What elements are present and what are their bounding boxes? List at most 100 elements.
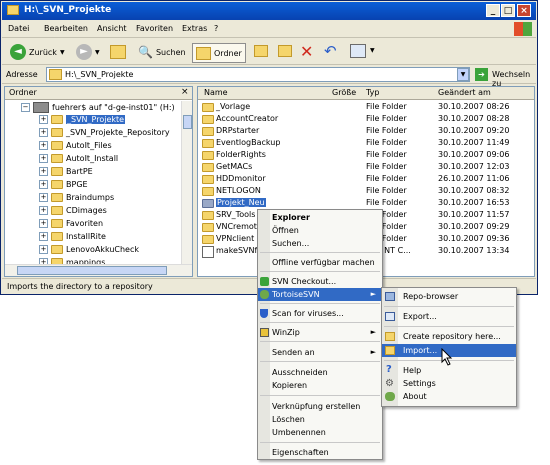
menu-favoriten[interactable]: Favoriten bbox=[136, 24, 173, 33]
menu-item-open[interactable]: Öffnen bbox=[258, 224, 382, 237]
back-button[interactable]: ◄ Zurück ▼ bbox=[10, 43, 65, 61]
submenu-item-settings[interactable]: ⚙ Settings bbox=[382, 377, 516, 390]
expand-icon[interactable]: + bbox=[39, 114, 48, 124]
views-icon[interactable] bbox=[350, 44, 366, 58]
table-row[interactable]: DRPstarter File Folder 30.10.2007 09:20 bbox=[198, 125, 532, 137]
table-row[interactable]: _Vorlage File Folder 30.10.2007 08:26 bbox=[198, 101, 532, 113]
menu-item-copy[interactable]: Kopieren bbox=[258, 379, 382, 392]
table-row[interactable]: GetMACs File Folder 30.10.2007 12:03 bbox=[198, 161, 532, 173]
expand-icon[interactable]: + bbox=[39, 166, 48, 176]
submenu-item-create-repository[interactable]: Create repository here... bbox=[382, 330, 516, 343]
table-row[interactable]: EventlogBackup File Folder 30.10.2007 11:4… bbox=[198, 137, 532, 149]
menu-item-create-shortcut[interactable]: Verknüpfung erstellen bbox=[258, 400, 382, 413]
address-bar: Adresse H:\_SVN_Projekte ▼ ➔ Wechseln zu bbox=[2, 66, 536, 88]
submenu-item-about[interactable]: About bbox=[382, 390, 516, 403]
expand-icon[interactable]: + bbox=[39, 244, 48, 254]
expand-icon[interactable]: + bbox=[39, 127, 48, 137]
separator bbox=[384, 326, 514, 327]
menu-item-explorer[interactable]: Explorer bbox=[258, 211, 382, 224]
expand-icon[interactable]: + bbox=[39, 231, 48, 241]
menu-item-search[interactable]: Suchen... bbox=[258, 237, 382, 250]
tree-item[interactable]: + AutoIt_Files bbox=[39, 139, 112, 151]
menu-item-rename[interactable]: Umbenennen bbox=[258, 426, 382, 439]
expand-icon[interactable]: + bbox=[39, 140, 48, 150]
table-row[interactable]: AccountCreator File Folder 30.10.2007 08:2… bbox=[198, 113, 532, 125]
toolbar: ◄ Zurück ▼ ► ▼ 🔍 Suchen Ordner ✕ ↶ ▼ bbox=[2, 39, 536, 65]
expand-icon[interactable]: + bbox=[39, 205, 48, 215]
address-input[interactable]: H:\_SVN_Projekte bbox=[46, 67, 470, 82]
window-title: H:\_SVN_Projekte bbox=[24, 5, 112, 15]
tree-item-label: _SVN_Projekte_Repository bbox=[66, 127, 170, 137]
menu-ansicht[interactable]: Ansicht bbox=[97, 24, 127, 33]
close-button[interactable]: × bbox=[517, 4, 531, 17]
tree-item[interactable]: + LenovoAkkuCheck bbox=[39, 243, 139, 255]
undo-icon[interactable]: ↶ bbox=[324, 42, 337, 60]
menu-item-label: Suchen... bbox=[272, 239, 310, 248]
menu-datei[interactable]: Datei bbox=[8, 24, 29, 33]
tree-root[interactable]: − fuehrer$ auf "d-ge-inst01" (H:) bbox=[21, 101, 175, 113]
expand-icon[interactable]: + bbox=[39, 153, 48, 163]
table-row[interactable]: FolderRights File Folder 30.10.2007 09:06 bbox=[198, 149, 532, 161]
menu-item-delete[interactable]: Löschen bbox=[258, 413, 382, 426]
folders-button[interactable]: Ordner bbox=[192, 43, 246, 63]
folder-icon bbox=[196, 46, 211, 60]
folder-icon bbox=[202, 163, 214, 172]
submenu-item-repo-browser[interactable]: Repo-browser bbox=[382, 290, 516, 303]
menu-item-offline[interactable]: Offline verfügbar machen bbox=[258, 256, 382, 269]
tree-item[interactable]: + BPGE bbox=[39, 178, 88, 190]
tortoisesvn-submenu: Repo-browser Export... Create repository… bbox=[381, 287, 517, 407]
up-folder-button[interactable] bbox=[110, 43, 126, 61]
tree-item[interactable]: + Favoriten bbox=[39, 217, 103, 229]
menu-item-tortoisesvn[interactable]: TortoiseSVN ► bbox=[258, 288, 382, 301]
scroll-thumb[interactable] bbox=[17, 266, 167, 275]
table-row[interactable]: NETLOGON File Folder 30.10.2007 08:32 bbox=[198, 185, 532, 197]
minimize-button[interactable]: _ bbox=[486, 4, 500, 17]
menu-item-winzip[interactable]: WinZip ► bbox=[258, 326, 382, 339]
tree-item[interactable]: + InstallRite bbox=[39, 230, 106, 242]
expand-icon[interactable]: + bbox=[39, 218, 48, 228]
tree-item[interactable]: + _SVN_Projekte bbox=[39, 113, 126, 125]
folder-icon bbox=[202, 175, 214, 184]
forward-button[interactable]: ► ▼ bbox=[76, 43, 100, 61]
tree-item[interactable]: + _SVN_Projekte_Repository bbox=[39, 126, 170, 138]
menu-bearbeiten[interactable]: Bearbeiten bbox=[44, 24, 88, 33]
column-name[interactable]: Name bbox=[204, 88, 228, 97]
delete-icon[interactable]: ✕ bbox=[300, 42, 313, 61]
tree-item[interactable]: + CDimages bbox=[39, 204, 107, 216]
menu-item-properties[interactable]: Eigenschaften bbox=[258, 446, 382, 459]
copy-to-icon[interactable] bbox=[278, 45, 292, 57]
scroll-thumb[interactable] bbox=[183, 115, 192, 129]
file-date: 30.10.2007 11:57 bbox=[438, 210, 510, 219]
go-arrow-icon[interactable]: ➔ bbox=[475, 68, 488, 81]
close-icon[interactable]: × bbox=[181, 87, 189, 97]
menu-extras[interactable]: Extras bbox=[182, 24, 207, 33]
submenu-item-export[interactable]: Export... bbox=[382, 310, 516, 323]
tree-horizontal-scrollbar[interactable] bbox=[5, 264, 192, 276]
table-row[interactable]: HDDmonitor File Folder 26.10.2007 11:06 bbox=[198, 173, 532, 185]
tree-item[interactable]: + mappings bbox=[39, 256, 105, 264]
tree-item[interactable]: + AutoIt_Install bbox=[39, 152, 118, 164]
tree-item[interactable]: + BartPE bbox=[39, 165, 93, 177]
column-type[interactable]: Typ bbox=[366, 88, 379, 97]
table-row[interactable]: Projekt_Neu File Folder 30.10.2007 16:53 bbox=[198, 197, 532, 209]
tree-item[interactable]: + Braindumps bbox=[39, 191, 114, 203]
chevron-down-icon[interactable]: ▼ bbox=[370, 47, 375, 54]
submenu-arrow-icon: ► bbox=[370, 348, 376, 356]
menu-item-svn-checkout[interactable]: SVN Checkout... bbox=[258, 275, 382, 288]
tree-vertical-scrollbar[interactable] bbox=[181, 101, 192, 264]
address-dropdown-button[interactable]: ▼ bbox=[457, 68, 469, 81]
search-button[interactable]: 🔍 Suchen bbox=[138, 43, 186, 61]
menu-item-send-to[interactable]: Senden an ► bbox=[258, 346, 382, 359]
menu-item-cut[interactable]: Ausschneiden bbox=[258, 366, 382, 379]
column-modified[interactable]: Geändert am bbox=[438, 88, 491, 97]
search-label: Suchen bbox=[155, 47, 186, 57]
expand-icon[interactable]: + bbox=[39, 192, 48, 202]
expand-icon[interactable]: + bbox=[39, 179, 48, 189]
menu-help[interactable]: ? bbox=[214, 24, 218, 33]
tree-item-label: _SVN_Projekte bbox=[66, 114, 126, 124]
menu-item-scan-viruses[interactable]: Scan for viruses... bbox=[258, 307, 382, 320]
move-to-icon[interactable] bbox=[254, 45, 268, 57]
collapse-icon[interactable]: − bbox=[21, 102, 30, 112]
column-size[interactable]: Größe bbox=[332, 88, 356, 97]
maximize-button[interactable]: □ bbox=[501, 4, 515, 17]
